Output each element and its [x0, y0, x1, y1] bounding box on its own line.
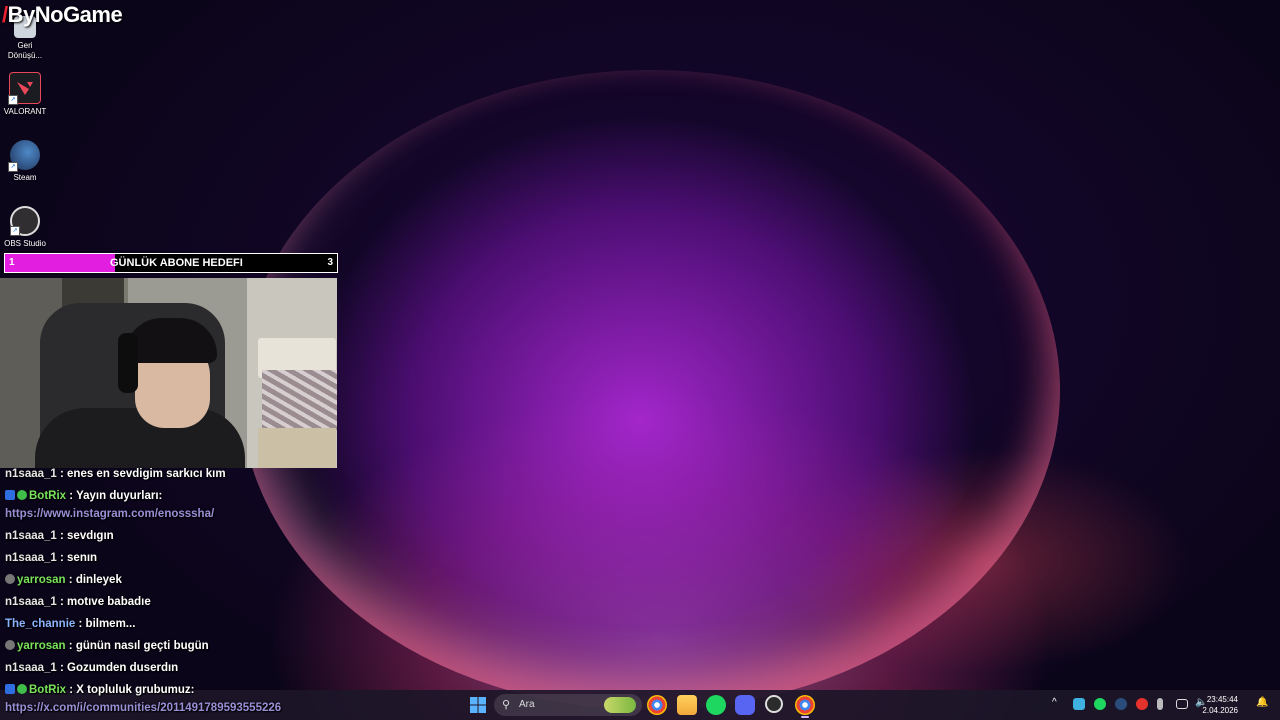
- desktop-icon-obs-studio[interactable]: ↗ OBS Studio: [0, 206, 50, 249]
- subscriber-goal-fill: [5, 254, 115, 272]
- chat-text: : Gozumden duserdın: [60, 662, 179, 674]
- chat-message: The_channie : bilmem...: [5, 618, 135, 630]
- search-icon: ⚲: [502, 699, 511, 711]
- chat-message: n1saaa_1 : motıve babadıe: [5, 596, 151, 608]
- user-badge-icon: [5, 640, 15, 650]
- user-badge-icon: [5, 574, 15, 584]
- chrome-profile-taskbar-icon[interactable]: [795, 695, 815, 715]
- chat-text: : X topluluk grubumuz:: [69, 684, 195, 696]
- chat-text: : Yayın duyurları:: [69, 490, 163, 502]
- chat-message: n1saaa_1 : enes en sevdigim sarkıcı kım: [5, 468, 226, 480]
- spotify-icon[interactable]: [706, 695, 726, 715]
- wallpaper-glow: [240, 70, 1060, 710]
- microphone-icon[interactable]: [1157, 698, 1163, 710]
- chat-message: n1saaa_1 : sevdıgın: [5, 530, 114, 542]
- verified-badge-icon: [17, 490, 27, 500]
- chat-username[interactable]: yarrosan: [17, 640, 66, 652]
- chat-username[interactable]: The_channie: [5, 618, 75, 630]
- chat-message: yarrosan : dinleyek: [5, 574, 122, 586]
- chat-username[interactable]: n1saaa_1: [5, 530, 57, 542]
- chat-text: : bilmem...: [78, 618, 136, 630]
- chat-text: : sevdıgın: [60, 530, 114, 542]
- chat-username[interactable]: n1saaa_1: [5, 468, 57, 480]
- chat-message: n1saaa_1 : senın: [5, 552, 97, 564]
- subscriber-goal-title: GÜNLÜK ABONE HEDEFI: [110, 257, 243, 269]
- chrome-taskbar-icon[interactable]: [647, 695, 667, 715]
- shortcut-arrow-icon: ↗: [10, 226, 20, 236]
- steam-tray-icon[interactable]: [1115, 698, 1127, 710]
- brand-logo: /ByNoGame: [2, 2, 123, 27]
- chat-message: yarrosan : günün nasıl geçti bugün: [5, 640, 209, 652]
- record-tray-icon[interactable]: [1136, 698, 1148, 710]
- chat-username[interactable]: BotRix: [29, 684, 66, 696]
- chat-link[interactable]: https://www.instagram.com/enosssha/: [5, 508, 214, 520]
- chat-message: https://www.instagram.com/enosssha/: [5, 508, 214, 520]
- discord-icon[interactable]: [735, 695, 755, 715]
- steam-icon: ↗: [8, 140, 40, 172]
- chat-text: : motıve babadıe: [60, 596, 151, 608]
- headset: [118, 333, 138, 393]
- chat-username[interactable]: BotRix: [29, 490, 66, 502]
- shortcut-arrow-icon: ↗: [8, 162, 18, 172]
- file-explorer-icon[interactable]: [677, 695, 697, 715]
- subscriber-goal-current: 1: [9, 257, 15, 268]
- taskbar-search[interactable]: ⚲ Ara: [494, 694, 642, 716]
- windows-icon: [470, 697, 486, 713]
- chat-message: BotRix : X topluluk grubumuz:: [5, 684, 194, 696]
- webcam-feed: [0, 278, 337, 468]
- chat-username[interactable]: n1saaa_1: [5, 552, 57, 564]
- notification-bell-icon[interactable]: 🔔: [1256, 697, 1268, 709]
- spotify-tray-icon[interactable]: [1094, 698, 1106, 710]
- subscriber-goal-target: 3: [327, 257, 333, 268]
- chat-username[interactable]: yarrosan: [17, 574, 66, 586]
- verified-badge-icon: [17, 684, 27, 694]
- desktop-icon-steam[interactable]: ↗ Steam: [0, 140, 50, 183]
- start-button[interactable]: [468, 695, 488, 715]
- obs-icon: ↗: [10, 206, 40, 236]
- shortcut-arrow-icon: ↗: [8, 95, 18, 105]
- chat-username[interactable]: n1saaa_1: [5, 662, 57, 674]
- security-tray-icon[interactable]: [1073, 698, 1085, 710]
- search-placeholder: Ara: [519, 699, 535, 710]
- bot-badge-icon: [5, 490, 15, 500]
- chat-text: : günün nasıl geçti bugün: [68, 640, 209, 652]
- bot-badge-icon: [5, 684, 15, 694]
- subscriber-goal-bar: 1 GÜNLÜK ABONE HEDEFI 3: [4, 253, 338, 273]
- search-highlight-art: [604, 697, 636, 713]
- chat-message: n1saaa_1 : Gozumden duserdın: [5, 662, 178, 674]
- network-icon[interactable]: [1176, 699, 1188, 709]
- chat-text: : dinleyek: [68, 574, 122, 586]
- chat-text: : enes en sevdigim sarkıcı kım: [60, 468, 226, 480]
- chat-text: : senın: [60, 552, 98, 564]
- obs-taskbar-icon[interactable]: [765, 695, 783, 713]
- valorant-icon: ↗: [8, 72, 41, 105]
- chat-link[interactable]: https://x.com/i/communities/201149178959…: [5, 702, 281, 714]
- chat-message: BotRix : Yayın duyurları:: [5, 490, 162, 502]
- active-app-indicator: [801, 716, 809, 718]
- chat-username[interactable]: n1saaa_1: [5, 596, 57, 608]
- system-clock[interactable]: 23:45:44 2.04.2026: [1202, 694, 1238, 716]
- desktop-icon-valorant[interactable]: ↗ VALORANT: [0, 72, 50, 117]
- chevron-up-icon[interactable]: ^: [1052, 697, 1064, 709]
- chat-message: https://x.com/i/communities/201149178959…: [5, 702, 281, 714]
